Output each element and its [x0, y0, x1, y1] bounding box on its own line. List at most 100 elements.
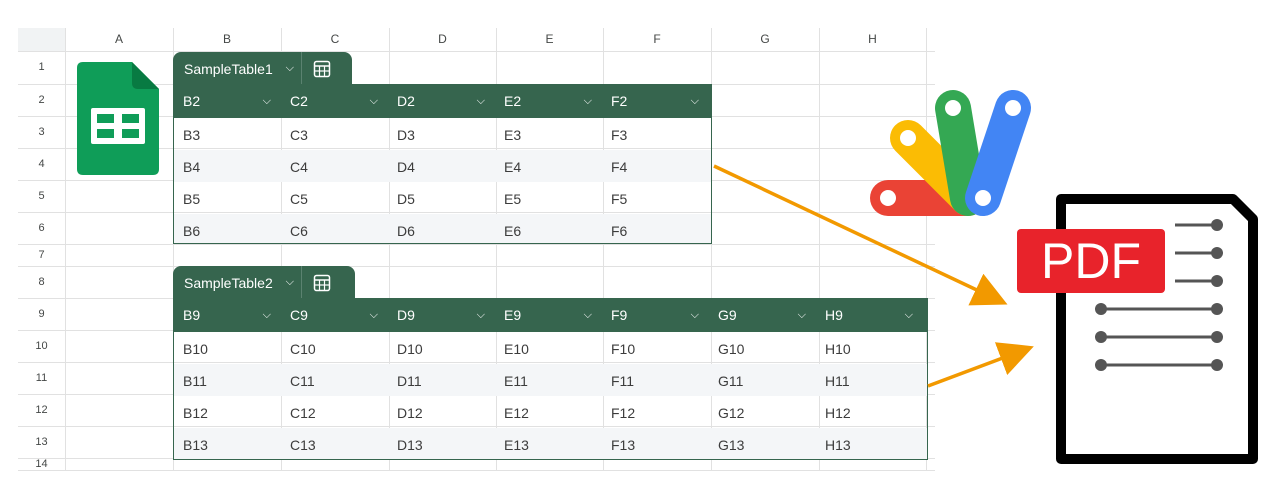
table-cell[interactable]: F13 — [602, 428, 709, 459]
table-cell[interactable]: F4 — [602, 150, 709, 182]
chevron-down-icon[interactable]: ⌵ — [370, 85, 378, 118]
row-header[interactable]: 12 — [18, 394, 65, 426]
table-cell[interactable]: C11 — [281, 364, 388, 396]
row-header[interactable]: 8 — [18, 266, 65, 298]
row-header[interactable]: 14 — [18, 458, 65, 470]
table-cell[interactable]: B10 — [174, 332, 281, 364]
chevron-down-icon[interactable]: ⌵ — [691, 85, 699, 118]
column-header-label: B9 — [183, 307, 201, 323]
table-cell[interactable]: F5 — [602, 182, 709, 214]
table-cell[interactable]: B4 — [174, 150, 281, 182]
table-cell[interactable]: D5 — [388, 182, 495, 214]
table-cell[interactable]: E6 — [495, 214, 602, 243]
table1-name[interactable]: SampleTable1 — [173, 61, 279, 77]
table-cell[interactable]: C13 — [281, 428, 388, 459]
select-all-corner[interactable] — [18, 28, 66, 52]
chevron-down-icon[interactable]: ⌵ — [263, 299, 271, 332]
row-header[interactable]: 4 — [18, 148, 65, 180]
chevron-down-icon[interactable]: ⌵ — [584, 85, 592, 118]
table-cell[interactable]: D6 — [388, 214, 495, 243]
table-cell[interactable]: D13 — [388, 428, 495, 459]
chevron-down-icon[interactable]: ⌵ — [691, 299, 699, 332]
chevron-down-icon[interactable]: ⌵ — [279, 276, 301, 289]
column-header[interactable]: G — [711, 28, 819, 52]
table-cell[interactable]: E11 — [495, 364, 602, 396]
table-column-header[interactable]: E9 ⌵ — [495, 299, 602, 332]
table-cell[interactable]: B5 — [174, 182, 281, 214]
table-cell[interactable]: F10 — [602, 332, 709, 364]
table-cell[interactable]: H13 — [816, 428, 923, 459]
row-header[interactable]: 3 — [18, 116, 65, 148]
table2-name[interactable]: SampleTable2 — [173, 275, 279, 291]
table-cell[interactable]: C3 — [281, 118, 388, 150]
column-header[interactable]: D — [389, 28, 496, 52]
table-column-header[interactable]: D2 ⌵ — [388, 85, 495, 118]
table-cell[interactable]: B13 — [174, 428, 281, 459]
chevron-down-icon[interactable]: ⌵ — [477, 85, 485, 118]
column-header-label: B2 — [183, 93, 201, 109]
chevron-down-icon[interactable]: ⌵ — [370, 299, 378, 332]
table1-tab[interactable]: SampleTable1 ⌵ — [173, 52, 352, 85]
table-cell[interactable]: B3 — [174, 118, 281, 150]
table-cell[interactable]: C4 — [281, 150, 388, 182]
table-cell[interactable]: F11 — [602, 364, 709, 396]
chevron-down-icon[interactable]: ⌵ — [279, 62, 301, 75]
table-column-header[interactable]: B2 ⌵ — [174, 85, 281, 118]
row-header[interactable]: 9 — [18, 298, 65, 330]
chevron-down-icon[interactable]: ⌵ — [477, 299, 485, 332]
table-cell[interactable]: E10 — [495, 332, 602, 364]
table-cell[interactable]: E3 — [495, 118, 602, 150]
row-header[interactable]: 2 — [18, 84, 65, 116]
table-cell[interactable]: C6 — [281, 214, 388, 243]
column-header[interactable]: H — [819, 28, 926, 52]
table-cell[interactable]: B6 — [174, 214, 281, 243]
row-header[interactable]: 13 — [18, 426, 65, 458]
column-header[interactable]: F — [603, 28, 711, 52]
column-header-label: E9 — [504, 307, 522, 323]
table-cell[interactable]: E5 — [495, 182, 602, 214]
table-column-header[interactable]: F9 ⌵ — [602, 299, 709, 332]
table-column-header[interactable]: D9 ⌵ — [388, 299, 495, 332]
table-column-header[interactable]: C2 ⌵ — [281, 85, 388, 118]
chevron-down-icon[interactable]: ⌵ — [263, 85, 271, 118]
table-settings-icon[interactable] — [302, 60, 342, 78]
table-cell[interactable]: D3 — [388, 118, 495, 150]
table-cell[interactable]: E4 — [495, 150, 602, 182]
row-header[interactable]: 10 — [18, 330, 65, 362]
chevron-down-icon[interactable]: ⌵ — [584, 299, 592, 332]
table-cell[interactable]: C12 — [281, 396, 388, 428]
table-cell[interactable]: E13 — [495, 428, 602, 459]
table-cell[interactable]: H12 — [816, 396, 923, 428]
table-cell[interactable]: C5 — [281, 182, 388, 214]
table-cell[interactable]: F3 — [602, 118, 709, 150]
table-cell[interactable]: D10 — [388, 332, 495, 364]
row-header[interactable]: 1 — [18, 51, 65, 84]
table-cell[interactable]: G12 — [709, 396, 816, 428]
table-row: B3 C3 D3 E3 F3 — [174, 118, 711, 150]
table-cell[interactable]: E12 — [495, 396, 602, 428]
table-cell[interactable]: D11 — [388, 364, 495, 396]
table2-tab[interactable]: SampleTable2 ⌵ — [173, 266, 355, 299]
table-cell[interactable]: D12 — [388, 396, 495, 428]
table-cell[interactable]: G13 — [709, 428, 816, 459]
column-header[interactable]: B — [173, 28, 281, 52]
row-header[interactable]: 5 — [18, 180, 65, 212]
table-settings-icon[interactable] — [302, 274, 342, 292]
table-cell[interactable]: D4 — [388, 150, 495, 182]
table-column-header[interactable]: C9 ⌵ — [281, 299, 388, 332]
row-header[interactable]: 7 — [18, 244, 65, 266]
column-header[interactable]: C — [281, 28, 389, 52]
column-header[interactable]: E — [496, 28, 603, 52]
table-column-header[interactable]: B9 ⌵ — [174, 299, 281, 332]
column-header[interactable]: A — [65, 28, 173, 52]
table-cell[interactable]: B11 — [174, 364, 281, 396]
table-column-header[interactable]: F2 ⌵ — [602, 85, 709, 118]
table-cell[interactable]: C10 — [281, 332, 388, 364]
table-cell[interactable]: B12 — [174, 396, 281, 428]
row-header[interactable]: 6 — [18, 212, 65, 244]
arrow-icon — [713, 164, 1034, 388]
row-header[interactable]: 11 — [18, 362, 65, 394]
table-cell[interactable]: F6 — [602, 214, 709, 243]
table-column-header[interactable]: E2 ⌵ — [495, 85, 602, 118]
table-cell[interactable]: F12 — [602, 396, 709, 428]
